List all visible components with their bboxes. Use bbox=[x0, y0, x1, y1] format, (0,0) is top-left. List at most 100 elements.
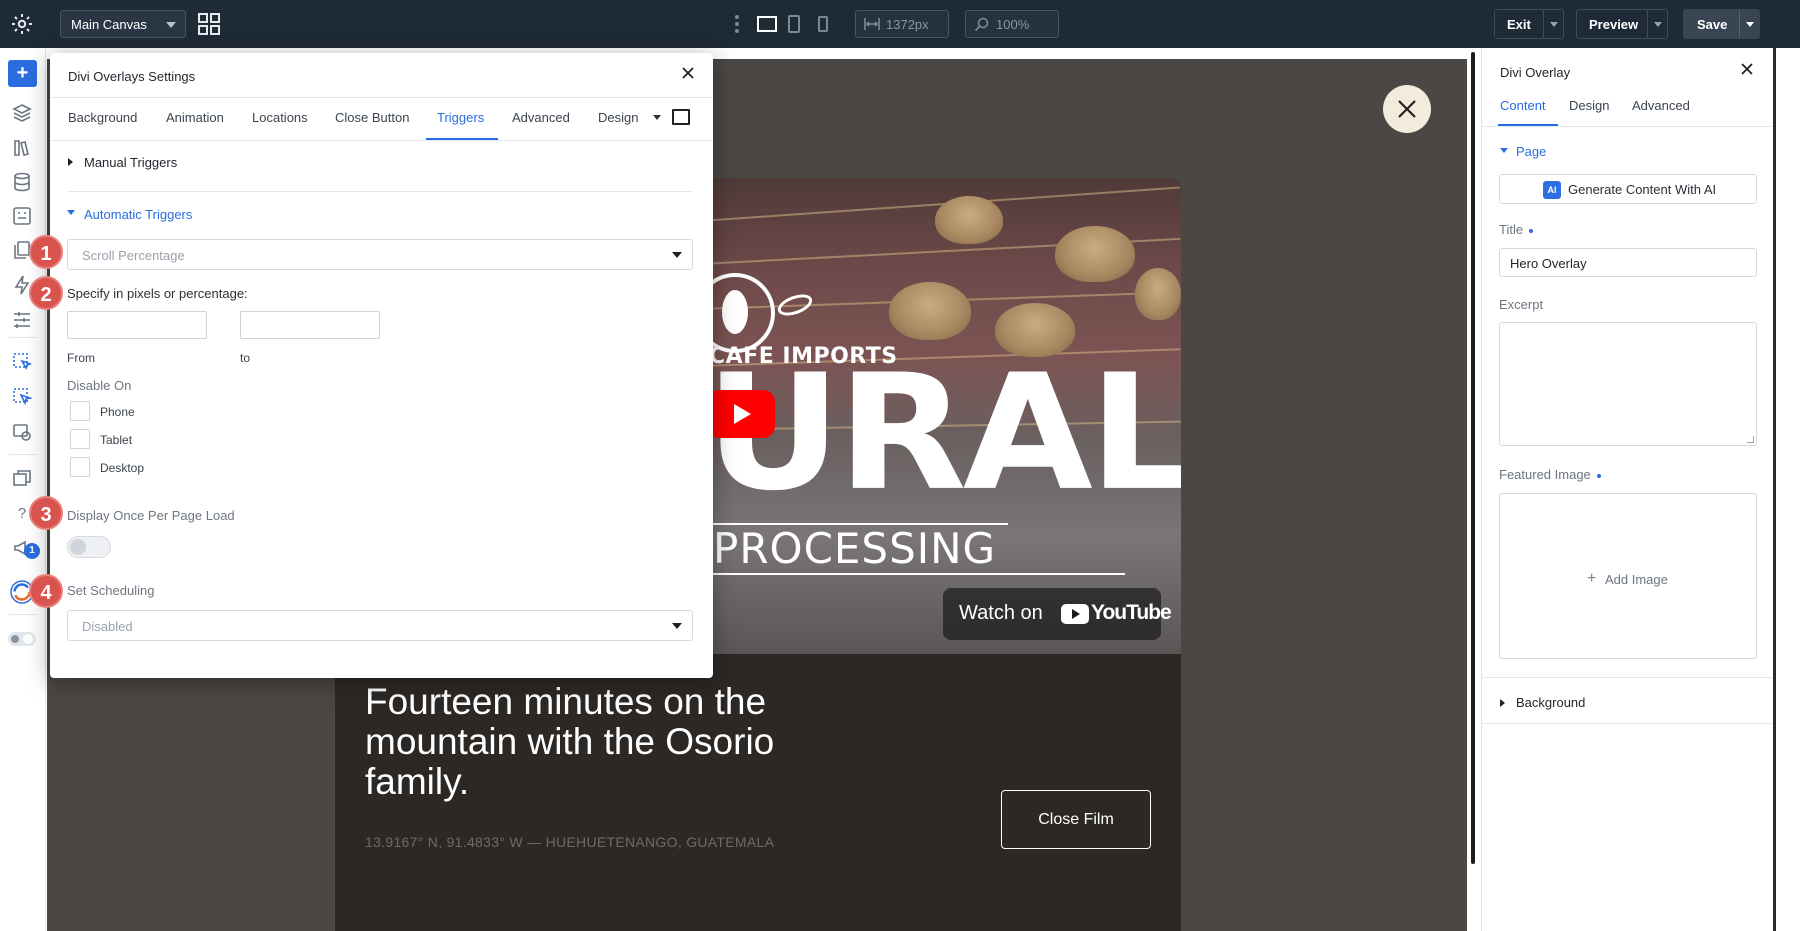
close-icon[interactable] bbox=[680, 65, 696, 81]
list-settings-icon[interactable] bbox=[12, 310, 32, 330]
manual-triggers-toggle[interactable]: Manual Triggers bbox=[84, 155, 177, 170]
preview-button[interactable]: Preview bbox=[1576, 9, 1668, 39]
exit-label: Exit bbox=[1507, 17, 1531, 32]
disable-desktop-checkbox[interactable] bbox=[70, 457, 90, 477]
generate-ai-label: Generate Content With AI bbox=[1568, 182, 1717, 197]
tab-triggers[interactable]: Triggers bbox=[437, 110, 484, 125]
display-once-toggle[interactable] bbox=[67, 536, 111, 558]
close-icon bbox=[1398, 100, 1416, 118]
width-icon bbox=[864, 18, 880, 30]
scroll-to-input[interactable] bbox=[240, 311, 380, 339]
save-button[interactable]: Save bbox=[1683, 9, 1760, 39]
overlay-library-icon[interactable] bbox=[12, 387, 32, 407]
close-icon[interactable] bbox=[1740, 62, 1754, 76]
featured-image-dropzone[interactable]: + Add Image bbox=[1499, 493, 1757, 659]
close-film-button[interactable]: Close Film bbox=[1001, 790, 1151, 849]
tab-background[interactable]: Background bbox=[68, 110, 137, 125]
caret-down-icon bbox=[67, 210, 75, 215]
phone-view-icon[interactable] bbox=[817, 14, 829, 34]
watch-on-youtube-button[interactable]: Watch on YouTube bbox=[943, 588, 1172, 640]
windows-icon[interactable] bbox=[12, 468, 32, 488]
layers-icon[interactable] bbox=[12, 103, 32, 123]
divider bbox=[9, 337, 37, 338]
preview-label: Preview bbox=[1589, 17, 1639, 32]
scroll-from-input[interactable] bbox=[67, 311, 207, 339]
tablet-label: Tablet bbox=[100, 433, 133, 447]
presets-icon[interactable] bbox=[12, 206, 32, 226]
exit-menu-toggle[interactable] bbox=[1543, 10, 1563, 38]
youtube-play-button[interactable] bbox=[707, 390, 775, 438]
page-section-toggle[interactable]: Page bbox=[1516, 144, 1546, 159]
chevron-down-icon bbox=[1654, 22, 1662, 27]
zoom-field[interactable]: 100% bbox=[965, 10, 1059, 38]
overlay-triggers-icon[interactable] bbox=[12, 352, 32, 372]
play-icon bbox=[734, 404, 751, 424]
to-label: to bbox=[240, 351, 251, 365]
step-badge-1: 1 bbox=[29, 235, 63, 269]
theme-toggle[interactable] bbox=[8, 632, 36, 646]
background-section-toggle[interactable]: Background bbox=[1516, 695, 1585, 710]
canvas-select[interactable]: Main Canvas bbox=[60, 10, 186, 38]
trigger-type-select[interactable]: Scroll Percentage bbox=[67, 239, 693, 270]
expand-modal-icon[interactable] bbox=[672, 109, 690, 125]
exit-button[interactable]: Exit bbox=[1494, 9, 1564, 39]
tab-animation[interactable]: Animation bbox=[166, 110, 224, 125]
ai-icon: AI bbox=[1543, 181, 1561, 199]
preview-menu-toggle[interactable] bbox=[1647, 10, 1667, 38]
featured-image-label: Featured Image bbox=[1499, 467, 1601, 482]
more-vertical-icon[interactable] bbox=[734, 14, 740, 34]
divider bbox=[1482, 677, 1772, 678]
step-badge-4: 4 bbox=[29, 574, 63, 608]
module-settings-panel: Divi Overlay Content Design Advanced Pag… bbox=[1481, 48, 1772, 931]
overlay-close-button[interactable] bbox=[1383, 85, 1431, 133]
youtube-wordmark: YouTube bbox=[1091, 601, 1172, 624]
caret-right-icon bbox=[68, 158, 73, 166]
divider bbox=[9, 454, 37, 455]
excerpt-label: Excerpt bbox=[1499, 297, 1544, 312]
tab-content[interactable]: Content bbox=[1500, 98, 1546, 113]
tab-advanced[interactable]: Advanced bbox=[512, 110, 570, 125]
zoom-icon bbox=[974, 17, 989, 31]
notification-badge: 1 bbox=[24, 543, 40, 559]
excerpt-textarea[interactable] bbox=[1499, 322, 1757, 446]
scheduling-select[interactable]: Disabled bbox=[67, 610, 693, 641]
gear-icon[interactable] bbox=[10, 12, 34, 36]
divider bbox=[50, 97, 713, 98]
panel-scrollbar[interactable] bbox=[1773, 48, 1800, 931]
tab-locations[interactable]: Locations bbox=[252, 110, 308, 125]
modal-title: Divi Overlays Settings bbox=[68, 69, 196, 84]
plus-icon: + bbox=[1587, 570, 1597, 587]
caret-right-icon bbox=[1500, 699, 1505, 707]
panel-title: Divi Overlay bbox=[1500, 65, 1571, 80]
grid-icon[interactable] bbox=[198, 13, 220, 35]
canvas-scrollbar[interactable] bbox=[1471, 52, 1475, 864]
tab-design[interactable]: Design bbox=[1569, 98, 1609, 113]
canvas-width-value: 1372px bbox=[886, 17, 929, 32]
save-menu-toggle[interactable] bbox=[1739, 10, 1759, 38]
database-icon[interactable] bbox=[12, 172, 32, 192]
disable-phone-checkbox[interactable] bbox=[70, 401, 90, 421]
overlay-headline: Fourteen minutes on the mountain with th… bbox=[365, 681, 775, 802]
step-badge-3: 3 bbox=[29, 496, 63, 530]
title-input[interactable]: Hero Overlay bbox=[1499, 248, 1757, 277]
tab-design[interactable]: Design bbox=[598, 110, 638, 125]
library-icon[interactable] bbox=[12, 138, 32, 158]
tab-advanced[interactable]: Advanced bbox=[1632, 98, 1690, 113]
disable-tablet-checkbox[interactable] bbox=[70, 429, 90, 449]
disable-on-label: Disable On bbox=[67, 378, 132, 393]
generate-ai-button[interactable]: AI Generate Content With AI bbox=[1499, 174, 1757, 204]
chevron-down-icon bbox=[1746, 22, 1754, 27]
title-rule bbox=[710, 573, 1125, 575]
automatic-triggers-toggle[interactable]: Automatic Triggers bbox=[84, 207, 192, 222]
desktop-view-icon[interactable] bbox=[756, 14, 778, 34]
tablet-view-icon[interactable] bbox=[787, 14, 801, 34]
tab-close-button[interactable]: Close Button bbox=[335, 110, 409, 125]
chevron-down-icon[interactable] bbox=[653, 115, 661, 120]
canvas-select-value: Main Canvas bbox=[71, 17, 147, 32]
top-toolbar: Main Canvas 1372px 100% Exit Preview Sav… bbox=[0, 0, 1800, 48]
left-sidebar: + ? 1 bbox=[0, 48, 46, 931]
resize-handle-icon[interactable] bbox=[1747, 436, 1754, 443]
canvas-width-field[interactable]: 1372px bbox=[855, 10, 949, 38]
add-module-button[interactable]: + bbox=[8, 60, 37, 87]
overlay-settings-icon[interactable] bbox=[12, 422, 32, 442]
